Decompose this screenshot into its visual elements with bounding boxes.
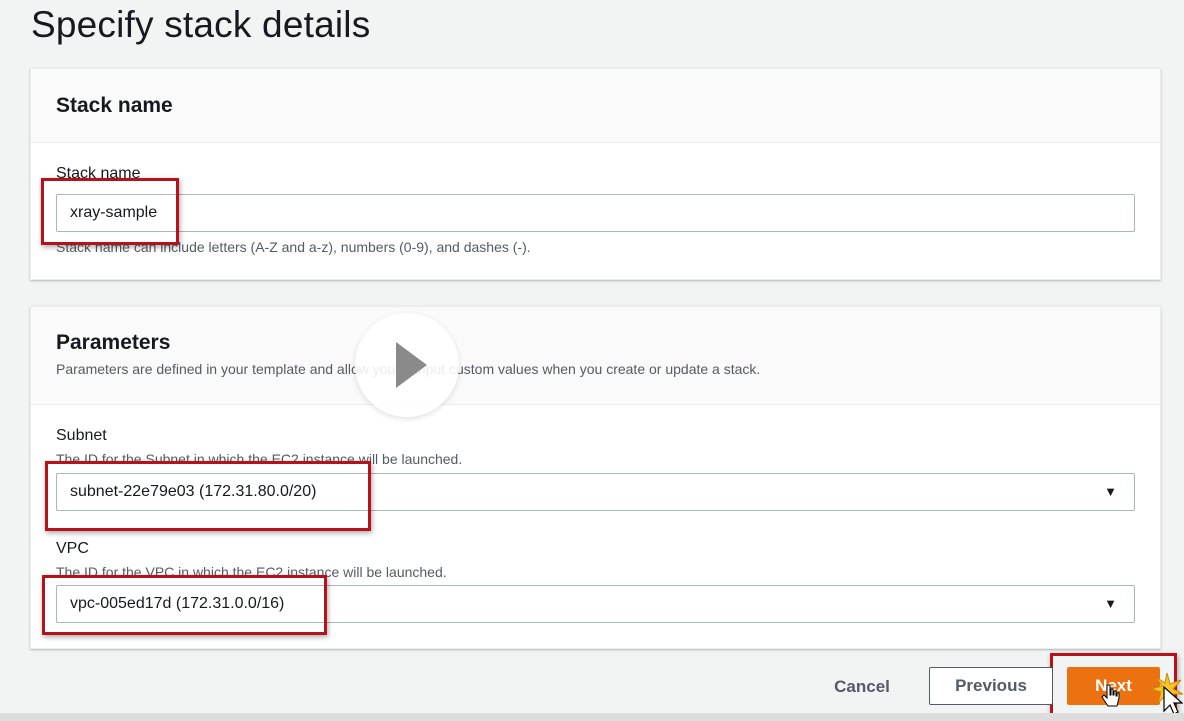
video-play-button[interactable] xyxy=(355,313,459,417)
parameters-panel: Parameters Parameters are defined in you… xyxy=(30,306,1161,649)
cancel-button[interactable]: Cancel xyxy=(820,669,904,705)
page-title: Specify stack details xyxy=(31,4,371,45)
vpc-selected-value: vpc-005ed17d (172.31.0.0/16) xyxy=(70,595,285,612)
vpc-description: The ID for the VPC in which the EC2 inst… xyxy=(56,564,447,580)
play-icon xyxy=(396,342,427,388)
vpc-label: VPC xyxy=(56,540,89,557)
stack-name-input[interactable] xyxy=(56,194,1135,232)
vpc-select[interactable]: vpc-005ed17d (172.31.0.0/16) ▼ xyxy=(56,585,1135,623)
stack-name-label: Stack name xyxy=(56,165,141,182)
caret-down-icon: ▼ xyxy=(1104,596,1117,611)
pointer-cursor-icon xyxy=(1101,684,1120,707)
stack-name-panel: Stack name Stack name Stack name can inc… xyxy=(30,68,1161,280)
stack-name-panel-title: Stack name xyxy=(56,94,173,117)
subnet-select[interactable]: subnet-22e79e03 (172.31.80.0/20) ▼ xyxy=(56,473,1135,511)
parameters-description: Parameters are defined in your template … xyxy=(56,361,761,377)
stack-name-panel-header: Stack name xyxy=(31,69,1160,143)
parameters-panel-title: Parameters xyxy=(56,331,171,354)
parameters-panel-header: Parameters Parameters are defined in you… xyxy=(31,307,1160,405)
caret-down-icon: ▼ xyxy=(1104,484,1117,499)
subnet-label: Subnet xyxy=(56,427,107,444)
subnet-selected-value: subnet-22e79e03 (172.31.80.0/20) xyxy=(70,483,317,500)
arrow-cursor-icon xyxy=(1163,686,1183,715)
subnet-description: The ID for the Subnet in which the EC2 i… xyxy=(56,451,463,467)
stack-name-hint: Stack name can include letters (A-Z and … xyxy=(56,239,531,255)
previous-button[interactable]: Previous xyxy=(929,667,1053,705)
bottom-strip xyxy=(0,713,1184,721)
